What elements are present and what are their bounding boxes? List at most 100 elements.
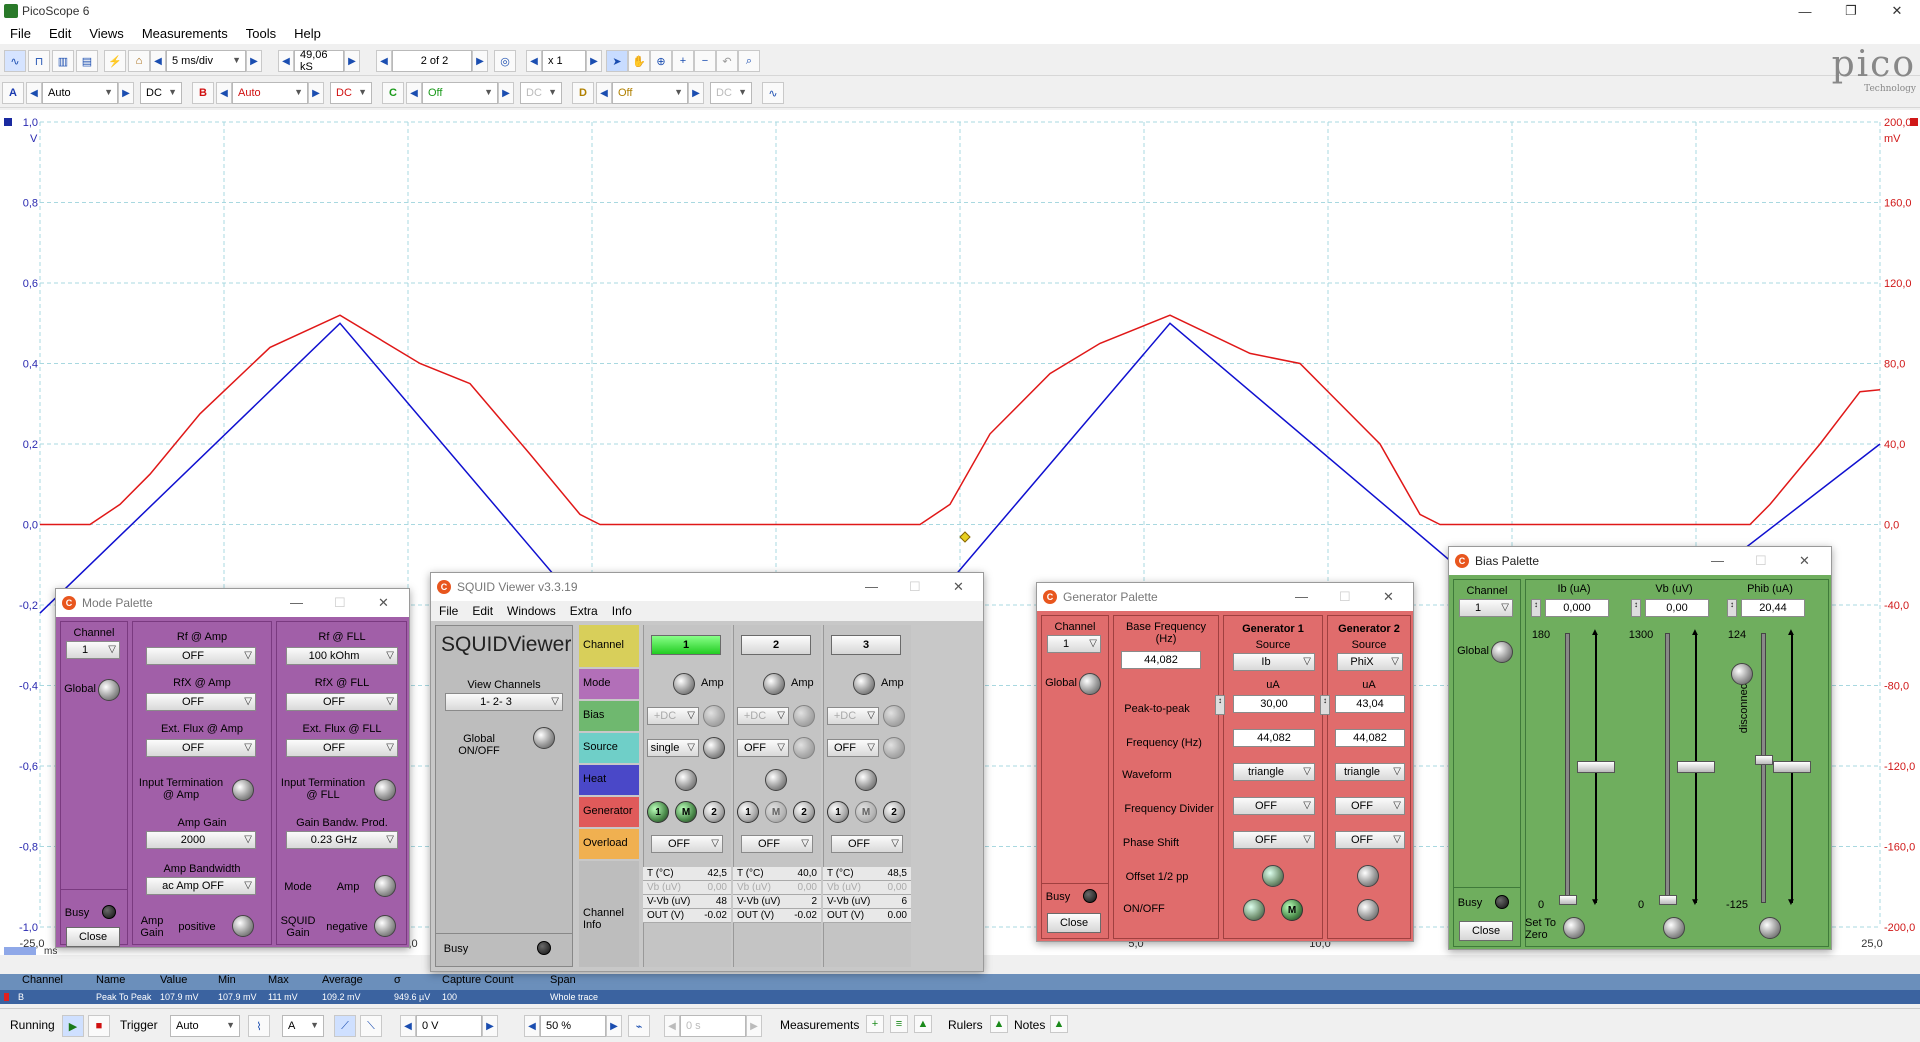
chd-range-next[interactable]: ▶ xyxy=(688,82,704,104)
timebase-prev-arrow[interactable]: ◀ xyxy=(150,50,166,72)
view-channels-select[interactable]: 1- 2- 3 xyxy=(445,693,563,711)
set-to-zero-knob-3[interactable] xyxy=(1759,917,1781,939)
gen2-phase-select[interactable]: OFF xyxy=(1335,831,1405,849)
chd-range-select[interactable]: Off ▼ xyxy=(612,82,688,104)
channel-select[interactable]: 1 xyxy=(1459,599,1513,617)
gen-m-button-3[interactable]: M xyxy=(855,801,877,823)
global-knob[interactable] xyxy=(1079,673,1101,695)
minimize-icon[interactable]: — xyxy=(865,579,878,594)
buffer-field[interactable]: 2 of 2 xyxy=(392,50,472,72)
bias-knob-1[interactable] xyxy=(703,705,725,727)
close-button[interactable]: Close xyxy=(1459,921,1513,941)
zoom-next-arrow[interactable]: ▶ xyxy=(586,50,602,72)
buffer-prev-arrow[interactable]: ◀ xyxy=(376,50,392,72)
chc-coupling-select[interactable]: DC ▼ xyxy=(520,82,562,104)
trigger-mode-select[interactable]: Auto ▼ xyxy=(170,1015,240,1037)
samples-prev-arrow[interactable]: ◀ xyxy=(278,50,294,72)
mode-knob[interactable] xyxy=(374,875,396,897)
math-channels-icon[interactable]: ∿ xyxy=(762,82,784,104)
channel-toggle-2[interactable]: 2 xyxy=(741,635,811,655)
gen2-onoff-knob[interactable] xyxy=(1357,899,1379,921)
gen1-divider-select[interactable]: OFF xyxy=(1233,797,1315,815)
zoom-in-icon[interactable]: + xyxy=(672,50,694,72)
minimize-icon[interactable]: — xyxy=(1711,553,1724,568)
squid-menu-info[interactable]: Info xyxy=(612,604,632,618)
gen1-frequency-input[interactable]: 44,082 xyxy=(1233,729,1315,747)
gen-2-button-3[interactable]: 2 xyxy=(883,801,905,823)
rf-fll-select[interactable]: 100 kOhm xyxy=(286,647,398,665)
gen1-offset-knob[interactable] xyxy=(1262,865,1284,887)
channel-b-button[interactable]: B xyxy=(192,82,214,104)
input-term-fll-knob[interactable] xyxy=(374,779,396,801)
maximize-icon[interactable]: ☐ xyxy=(1339,589,1351,605)
post-trigger-delay-icon[interactable]: ⌁ xyxy=(628,1015,650,1037)
maximize-icon[interactable]: ☐ xyxy=(909,579,921,595)
gen-1-button-2[interactable]: 1 xyxy=(737,801,759,823)
mode-palette-titlebar[interactable]: C Mode Palette — ☐ ✕ xyxy=(56,589,409,617)
overload-select-3[interactable]: OFF xyxy=(831,835,903,853)
close-icon[interactable]: ✕ xyxy=(1799,553,1810,569)
spectrum-alt-icon[interactable]: ▤ xyxy=(76,50,98,72)
restore-button[interactable]: ❐ xyxy=(1828,0,1874,22)
gen2-offset-knob[interactable] xyxy=(1357,865,1379,887)
gen2-source-select[interactable]: PhiX xyxy=(1337,653,1403,671)
gen-2-button-1[interactable]: 2 xyxy=(703,801,725,823)
run-button[interactable]: ▶ xyxy=(62,1015,84,1037)
close-icon[interactable]: ✕ xyxy=(378,595,389,611)
gen-m-button-1[interactable]: M xyxy=(675,801,697,823)
channel-a-button[interactable]: A xyxy=(2,82,24,104)
bias-select-1[interactable]: +DC xyxy=(647,707,699,725)
source-select-1[interactable]: single xyxy=(647,739,699,757)
pointer-tool-icon[interactable]: ➤ xyxy=(606,50,628,72)
bias-value-input-2[interactable]: 0,00 xyxy=(1645,599,1709,617)
gen1-onoff-knob[interactable] xyxy=(1243,899,1265,921)
gen2-pp-input[interactable]: 43,04 xyxy=(1335,695,1405,713)
notes-icon[interactable]: ▲ xyxy=(1050,1015,1068,1033)
gen2-waveform-select[interactable]: triangle xyxy=(1335,763,1405,781)
advanced-trigger-icon[interactable]: ⌇ xyxy=(248,1015,270,1037)
rulers-icon[interactable]: ▲ xyxy=(990,1015,1008,1033)
gen1-source-select[interactable]: Ib xyxy=(1233,653,1315,671)
delay-prev[interactable]: ◀ xyxy=(664,1015,680,1037)
persistence-mode-icon[interactable]: ⊓ xyxy=(28,50,50,72)
menu-measurements[interactable]: Measurements xyxy=(142,26,228,41)
menu-views[interactable]: Views xyxy=(89,26,123,41)
delay-next[interactable]: ▶ xyxy=(746,1015,762,1037)
squid-menu-file[interactable]: File xyxy=(439,604,458,618)
scope-mode-icon[interactable]: ∿ xyxy=(4,50,26,72)
minimize-icon[interactable]: — xyxy=(290,595,303,610)
rising-edge-icon[interactable]: ⟋ xyxy=(334,1015,356,1037)
bias-spinner-3[interactable]: ↕ xyxy=(1727,599,1737,617)
global-knob[interactable] xyxy=(98,679,120,701)
chb-coupling-select[interactable]: DC ▼ xyxy=(330,82,372,104)
delete-measurement-icon[interactable]: ▲ xyxy=(914,1015,932,1033)
bias-slider-track-2[interactable] xyxy=(1665,633,1670,903)
disconnect-knob[interactable] xyxy=(1731,663,1753,685)
zoom-out-icon[interactable]: − xyxy=(694,50,716,72)
table-row[interactable]: B Peak To Peak 107.9 mV 107.9 mV 111 mV … xyxy=(0,990,1920,1004)
stop-button[interactable]: ■ xyxy=(88,1015,110,1037)
gen-2-button-2[interactable]: 2 xyxy=(793,801,815,823)
bias-range-thumb-3[interactable] xyxy=(1773,761,1811,773)
timebase-select[interactable]: 5 ms/div ▼ xyxy=(166,50,246,72)
squid-menu-edit[interactable]: Edit xyxy=(472,604,493,618)
gen2-pp-spinner[interactable]: ↕ xyxy=(1320,695,1330,715)
squid-menu-windows[interactable]: Windows xyxy=(507,604,556,618)
chd-coupling-select[interactable]: DC ▼ xyxy=(710,82,752,104)
set-to-zero-knob-2[interactable] xyxy=(1663,917,1685,939)
samples-field[interactable]: 49,06 kS xyxy=(294,49,344,73)
channel-c-button[interactable]: C xyxy=(382,82,404,104)
rf-amp-select[interactable]: OFF xyxy=(146,647,256,665)
menu-edit[interactable]: Edit xyxy=(49,26,71,41)
gen1-waveform-select[interactable]: triangle xyxy=(1233,763,1315,781)
rfx-fll-select[interactable]: OFF xyxy=(286,693,398,711)
amp-bandwidth-select[interactable]: ac Amp OFF xyxy=(146,877,256,895)
bias-select-2[interactable]: +DC xyxy=(737,707,789,725)
timebase-next-arrow[interactable]: ▶ xyxy=(246,50,262,72)
global-onoff-knob[interactable] xyxy=(533,727,555,749)
close-icon[interactable]: ✕ xyxy=(953,579,964,595)
falling-edge-icon[interactable]: ⟍ xyxy=(360,1015,382,1037)
undo-zoom-icon[interactable]: ↶ xyxy=(716,50,738,72)
bias-spinner-1[interactable]: ↕ xyxy=(1531,599,1541,617)
autosetup-icon[interactable]: ⚡ xyxy=(104,50,126,72)
